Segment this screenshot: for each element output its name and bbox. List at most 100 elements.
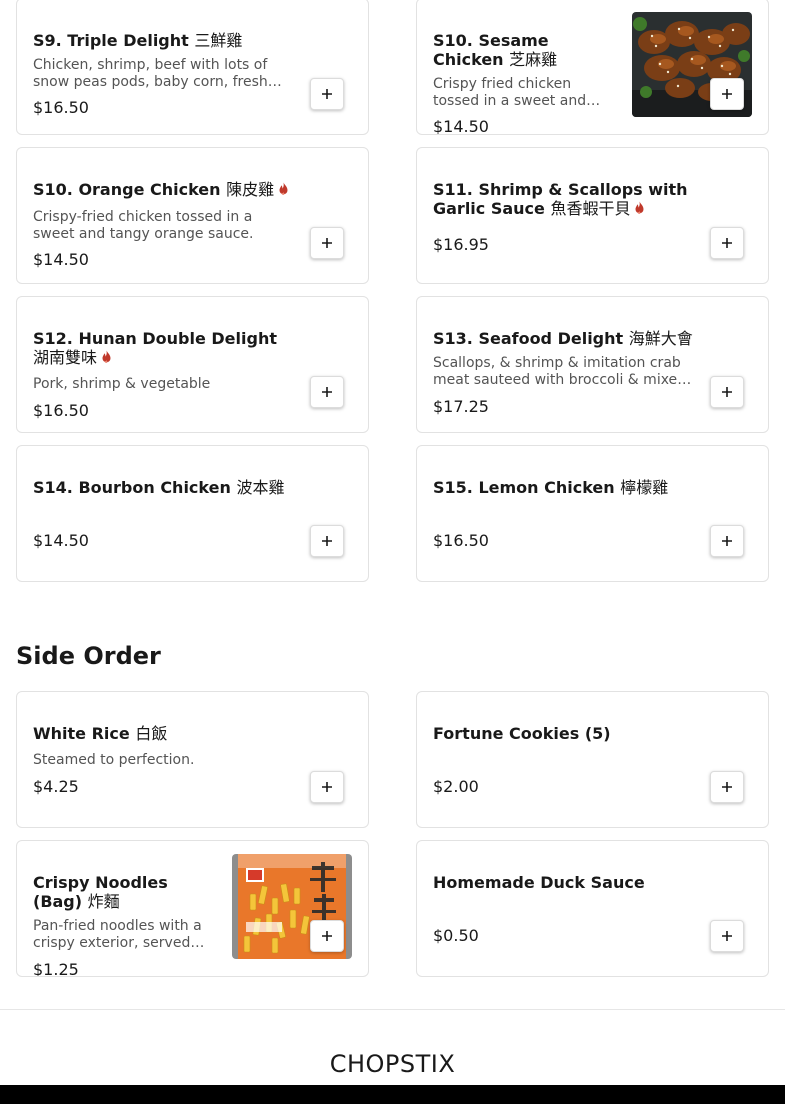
item-name-text: Homemade Duck Sauce [433, 873, 645, 892]
item-name: Crispy Noodles (Bag) 炸麵 [33, 873, 211, 911]
add-to-cart-button[interactable] [310, 227, 344, 259]
menu-item-card[interactable]: S12. Hunan Double Delight 湖南雙味 Pork, shr… [16, 296, 369, 433]
item-name: Homemade Duck Sauce [433, 873, 693, 892]
footer-brand-logo[interactable]: CHOPSTIX [0, 1049, 785, 1079]
menu-item-info: Crispy Noodles (Bag) 炸麵 Pan-fried noodle… [33, 841, 211, 976]
add-to-cart-button[interactable] [710, 525, 744, 557]
menu-item-card[interactable]: Homemade Duck Sauce $0.50 [416, 840, 769, 977]
plus-icon [322, 536, 332, 546]
item-chinese-name: 三鮮雞 [194, 31, 243, 50]
item-chinese-name: 陳皮雞 [226, 180, 275, 199]
menu-items-grid: S9. Triple Delight 三鮮雞 Chicken, shrimp, … [16, 0, 769, 582]
plus-icon [722, 536, 732, 546]
add-to-cart-button[interactable] [310, 376, 344, 408]
item-price: $14.50 [33, 250, 89, 269]
plus-icon [722, 387, 732, 397]
item-chinese-name: 海鮮大會 [628, 329, 693, 348]
item-name-text: S14. Bourbon Chicken [33, 478, 231, 497]
menu-item-info: Fortune Cookies (5) $2.00 [433, 692, 693, 827]
item-description: Crispy-fried chicken tossed in a sweet a… [33, 209, 254, 242]
menu-item-card[interactable]: S10. Orange Chicken 陳皮雞 Crispy-fried chi… [16, 147, 369, 284]
item-description: Pork, shrimp & vegetable [33, 376, 211, 392]
add-to-cart-button[interactable] [310, 525, 344, 557]
item-name-text: White Rice [33, 724, 130, 743]
item-chinese-name: 湖南雙味 [33, 348, 98, 367]
item-name: S9. Triple Delight 三鮮雞 [33, 31, 293, 50]
add-to-cart-button[interactable] [310, 920, 344, 952]
item-chinese-name: 白飯 [135, 724, 168, 743]
menu-item-info: S10. Orange Chicken 陳皮雞 Crispy-fried chi… [33, 148, 293, 283]
item-description: Steamed to perfection. [33, 752, 195, 768]
item-chinese-name: 魚香蝦干貝 [550, 199, 631, 218]
plus-icon [322, 238, 332, 248]
add-to-cart-button[interactable] [710, 771, 744, 803]
add-to-cart-button[interactable] [710, 227, 744, 259]
flame-icon [635, 201, 644, 214]
plus-icon [722, 782, 732, 792]
item-name: Fortune Cookies (5) [433, 724, 693, 743]
section-title-side-order: Side Order [16, 642, 161, 670]
item-chinese-name: 波本雞 [236, 478, 285, 497]
item-description: Pan-fried noodles with a crispy exterior… [33, 918, 202, 951]
plus-icon [722, 238, 732, 248]
menu-item-info: White Rice 白飯 Steamed to perfection. $4.… [33, 692, 293, 827]
item-description: Scallops, & shrimp & imitation crab meat… [433, 355, 687, 388]
menu-item-card[interactable]: S10. Sesame Chicken 芝麻雞 Crispy fried chi… [416, 0, 769, 135]
item-name: S10. Orange Chicken 陳皮雞 [33, 180, 293, 199]
item-name: S13. Seafood Delight 海鮮大會 [433, 329, 693, 348]
item-chinese-name: 檸檬雞 [620, 478, 669, 497]
menu-item-card[interactable]: S14. Bourbon Chicken 波本雞 $14.50 [16, 445, 369, 582]
plus-icon [322, 387, 332, 397]
item-price: $2.00 [433, 777, 479, 796]
menu-item-info: S13. Seafood Delight 海鮮大會 Scallops, & sh… [433, 297, 693, 432]
item-price: $16.95 [433, 235, 489, 254]
item-name-text: S10. Orange Chicken [33, 180, 221, 199]
add-to-cart-button[interactable] [710, 376, 744, 408]
footer-bar [0, 1085, 785, 1104]
item-price: $16.50 [33, 401, 89, 420]
item-price: $4.25 [33, 777, 79, 796]
menu-item-card[interactable]: S9. Triple Delight 三鮮雞 Chicken, shrimp, … [16, 0, 369, 135]
item-name: S12. Hunan Double Delight 湖南雙味 [33, 329, 293, 367]
menu-item-info: S12. Hunan Double Delight 湖南雙味 Pork, shr… [33, 297, 293, 432]
plus-icon [322, 931, 332, 941]
flame-icon [102, 350, 111, 363]
menu-item-card[interactable]: S11. Shrimp & Scallops with Garlic Sauce… [416, 147, 769, 284]
add-to-cart-button[interactable] [710, 920, 744, 952]
item-price: $16.50 [33, 98, 89, 117]
menu-item-card[interactable]: White Rice 白飯 Steamed to perfection. $4.… [16, 691, 369, 828]
add-to-cart-button[interactable] [310, 771, 344, 803]
item-name-text: S9. Triple Delight [33, 31, 189, 50]
item-chinese-name: 芝麻雞 [509, 50, 558, 69]
item-name: S10. Sesame Chicken 芝麻雞 [433, 31, 611, 69]
item-chinese-name: 炸麵 [87, 892, 120, 911]
menu-item-info: S11. Shrimp & Scallops with Garlic Sauce… [433, 148, 693, 283]
item-name-text: Fortune Cookies (5) [433, 724, 611, 743]
item-price: $14.50 [433, 117, 489, 135]
menu-item-info: S9. Triple Delight 三鮮雞 Chicken, shrimp, … [33, 0, 293, 134]
item-name: S11. Shrimp & Scallops with Garlic Sauce… [433, 180, 693, 218]
plus-icon [722, 89, 732, 99]
add-to-cart-button[interactable] [310, 78, 344, 110]
item-name: S14. Bourbon Chicken 波本雞 [33, 478, 293, 497]
item-description: Chicken, shrimp, beef with lots of snow … [33, 57, 268, 90]
plus-icon [322, 782, 332, 792]
menu-item-card[interactable]: S13. Seafood Delight 海鮮大會 Scallops, & sh… [416, 296, 769, 433]
side-order-grid: White Rice 白飯 Steamed to perfection. $4.… [16, 691, 769, 977]
menu-item-info: S15. Lemon Chicken 檸檬雞 $16.50 [433, 446, 693, 581]
plus-icon [722, 931, 732, 941]
menu-item-info: S10. Sesame Chicken 芝麻雞 Crispy fried chi… [433, 0, 611, 134]
menu-item-card[interactable]: Fortune Cookies (5) $2.00 [416, 691, 769, 828]
item-price: $17.25 [433, 397, 489, 416]
add-to-cart-button[interactable] [710, 78, 744, 110]
item-price: $16.50 [433, 531, 489, 550]
item-price: $1.25 [33, 960, 79, 977]
item-name-text: S13. Seafood Delight [433, 329, 624, 348]
item-description: Crispy fried chicken tossed in a sweet a… [433, 76, 587, 109]
menu-item-card[interactable]: S15. Lemon Chicken 檸檬雞 $16.50 [416, 445, 769, 582]
menu-item-card[interactable]: Crispy Noodles (Bag) 炸麵 Pan-fried noodle… [16, 840, 369, 977]
flame-icon [279, 182, 288, 195]
menu-item-info: S14. Bourbon Chicken 波本雞 $14.50 [33, 446, 293, 581]
item-price: $14.50 [33, 531, 89, 550]
item-name: White Rice 白飯 [33, 724, 293, 743]
